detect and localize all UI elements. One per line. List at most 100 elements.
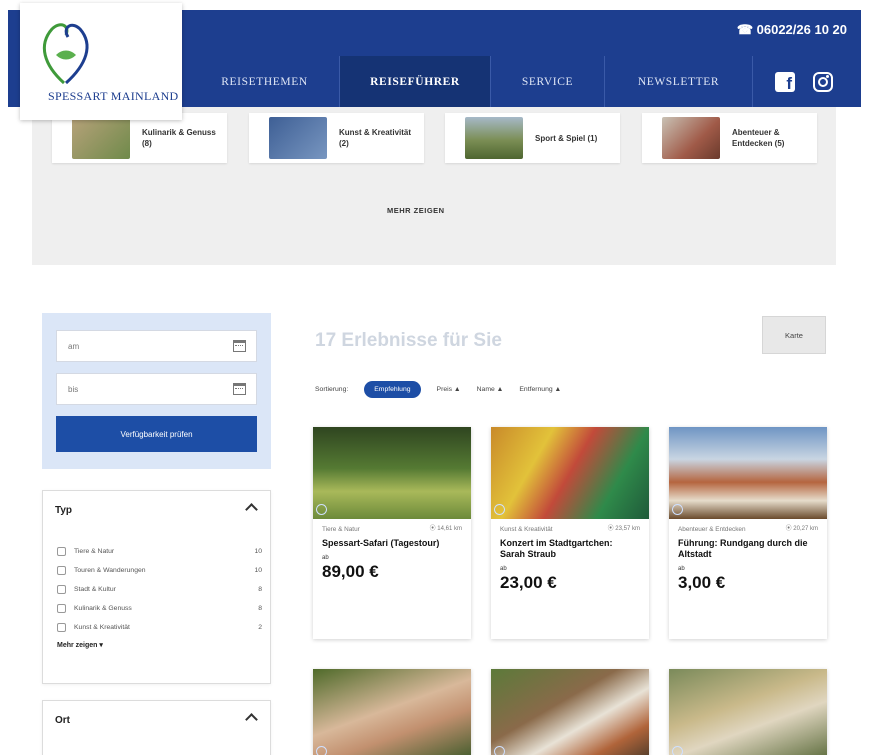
results-heading: 17 Erlebnisse für Sie (315, 330, 502, 351)
filter-option-count: 10 (254, 547, 262, 555)
category-label: Kunst & Kreativität (2) (339, 128, 412, 148)
experience-card[interactable]: Kunst & Kreativität ⦿ 23,57 km Konzert i… (491, 427, 649, 639)
card-title[interactable]: Konzert im Stadtgartchen: Sarah Straub (500, 538, 640, 560)
category-label: Kulinarik & Genuss (8) (142, 128, 216, 148)
category-card[interactable]: Abenteuer & Entdecken (5) (642, 113, 817, 163)
date-from-field[interactable]: am (56, 330, 257, 362)
filter-title: Typ (55, 505, 73, 516)
nav-newsletter[interactable]: NEWSLETTER (605, 56, 753, 107)
filter-option-count: 10 (254, 566, 262, 574)
location-filter: Ort (42, 700, 271, 755)
social-links: f (753, 56, 833, 107)
card-image (313, 669, 471, 755)
show-more-categories-button[interactable]: MEHR ZEIGEN (387, 206, 445, 215)
location-pin-icon (494, 746, 505, 755)
card-price-prefix: ab (322, 555, 329, 561)
filter-option[interactable]: Kulinarik & Genuss 8 (57, 602, 262, 614)
experience-card[interactable] (669, 669, 827, 755)
checkbox[interactable] (57, 622, 66, 632)
sort-distance[interactable]: Entfernung ▲ (519, 386, 561, 393)
card-image (491, 427, 649, 519)
filter-option[interactable]: Tiere & Natur 10 (57, 545, 262, 557)
card-distance: ⦿ 23,57 km (607, 526, 640, 532)
filter-option[interactable]: Touren & Wanderungen 10 (57, 564, 262, 576)
instagram-icon[interactable] (813, 71, 833, 92)
location-pin-icon (672, 746, 683, 755)
category-card[interactable]: Sport & Spiel (1) (445, 113, 620, 163)
location-pin-icon (494, 504, 505, 515)
logo-text: SPESSART MAINLAND (48, 89, 179, 103)
category-card[interactable]: Kunst & Kreativität (2) (249, 113, 424, 163)
card-price: 89,00 € (322, 562, 379, 581)
date-to-placeholder: bis (68, 384, 79, 394)
facebook-icon[interactable]: f (775, 71, 795, 92)
card-price-prefix: ab (678, 566, 685, 572)
calendar-icon[interactable] (233, 383, 246, 395)
nav-reisefuehrer[interactable]: REISEFÜHRER (340, 56, 491, 107)
filter-option[interactable]: Stadt & Kultur 8 (57, 583, 262, 595)
availability-box: am bis Verfügbarkeit prüfen (42, 313, 271, 469)
experience-card[interactable]: Abenteuer & Entdecken ⦿ 20,27 km Führung… (669, 427, 827, 639)
date-to-field[interactable]: bis (56, 373, 257, 405)
logo-mark-icon (42, 23, 89, 85)
calendar-icon[interactable] (233, 340, 246, 352)
filter-option-label: Touren & Wanderungen (74, 566, 146, 574)
sort-price[interactable]: Preis ▲ (437, 386, 461, 393)
type-filter: Typ Tiere & Natur 10 Touren & Wanderunge… (42, 490, 271, 684)
card-title[interactable]: Spessart-Safari (Tagestour) (322, 538, 462, 549)
main-nav: REISETHEMEN REISEFÜHRER SERVICE NEWSLETT… (190, 56, 861, 107)
card-image (669, 427, 827, 519)
card-price: 3,00 € (678, 573, 726, 592)
logo[interactable]: SPESSART MAINLAND (20, 3, 182, 120)
map-button[interactable]: Karte (762, 316, 826, 354)
category-image (662, 117, 720, 159)
filter-title: Ort (55, 715, 70, 726)
card-price-prefix: ab (500, 566, 507, 572)
filter-option-count: 8 (258, 604, 262, 612)
experience-card[interactable]: Tiere & Natur ⦿ 14,61 km Spessart-Safari… (313, 427, 471, 639)
show-more-types-link[interactable]: Mehr zeigen ▾ (57, 641, 103, 649)
card-distance: ⦿ 14,61 km (429, 526, 462, 532)
card-image (669, 669, 827, 755)
sort-bar: Sortierung: Empfehlung Preis ▲ Name ▲ En… (315, 379, 577, 400)
chevron-up-icon[interactable] (245, 713, 258, 726)
location-pin-icon (316, 504, 327, 515)
checkbox[interactable] (57, 565, 66, 575)
sort-name[interactable]: Name ▲ (477, 386, 504, 393)
category-image (269, 117, 327, 159)
category-image (465, 117, 523, 159)
checkbox[interactable] (57, 546, 66, 556)
chevron-up-icon[interactable] (245, 503, 258, 516)
sort-label: Sortierung: (315, 386, 349, 393)
category-section: Kulinarik & Genuss (8) Kunst & Kreativit… (32, 107, 836, 265)
experience-card[interactable] (491, 669, 649, 755)
filter-option-label: Kunst & Kreativität (74, 623, 130, 631)
category-card[interactable]: Kulinarik & Genuss (8) (52, 113, 227, 163)
filter-option-label: Kulinarik & Genuss (74, 604, 132, 612)
card-image (313, 427, 471, 519)
sort-recommended[interactable]: Empfehlung (364, 381, 421, 398)
checkbox[interactable] (57, 603, 66, 613)
check-availability-button[interactable]: Verfügbarkeit prüfen (56, 416, 257, 452)
filter-option-count: 2 (258, 623, 262, 631)
category-label: Abenteuer & Entdecken (5) (732, 128, 785, 148)
card-category: Tiere & Natur (322, 526, 360, 533)
checkbox[interactable] (57, 584, 66, 594)
experience-card[interactable] (313, 669, 471, 755)
filter-option-label: Tiere & Natur (74, 547, 115, 555)
nav-service[interactable]: SERVICE (491, 56, 605, 107)
filter-option-count: 8 (258, 585, 262, 593)
card-category: Abenteuer & Entdecken (678, 526, 746, 533)
date-from-placeholder: am (68, 341, 80, 351)
nav-reisethemen[interactable]: REISETHEMEN (190, 56, 340, 107)
category-label: Sport & Spiel (1) (535, 133, 598, 143)
location-pin-icon (672, 504, 683, 515)
category-image (72, 117, 130, 159)
card-title[interactable]: Führung: Rundgang durch die Altstadt (678, 538, 818, 560)
filter-option-label: Stadt & Kultur (74, 585, 116, 593)
card-category: Kunst & Kreativität (500, 526, 553, 533)
phone-number[interactable]: ☎ 06022/26 10 20 (737, 22, 847, 38)
filter-option[interactable]: Kunst & Kreativität 2 (57, 621, 262, 633)
location-pin-icon (316, 746, 327, 755)
card-price: 23,00 € (500, 573, 557, 592)
